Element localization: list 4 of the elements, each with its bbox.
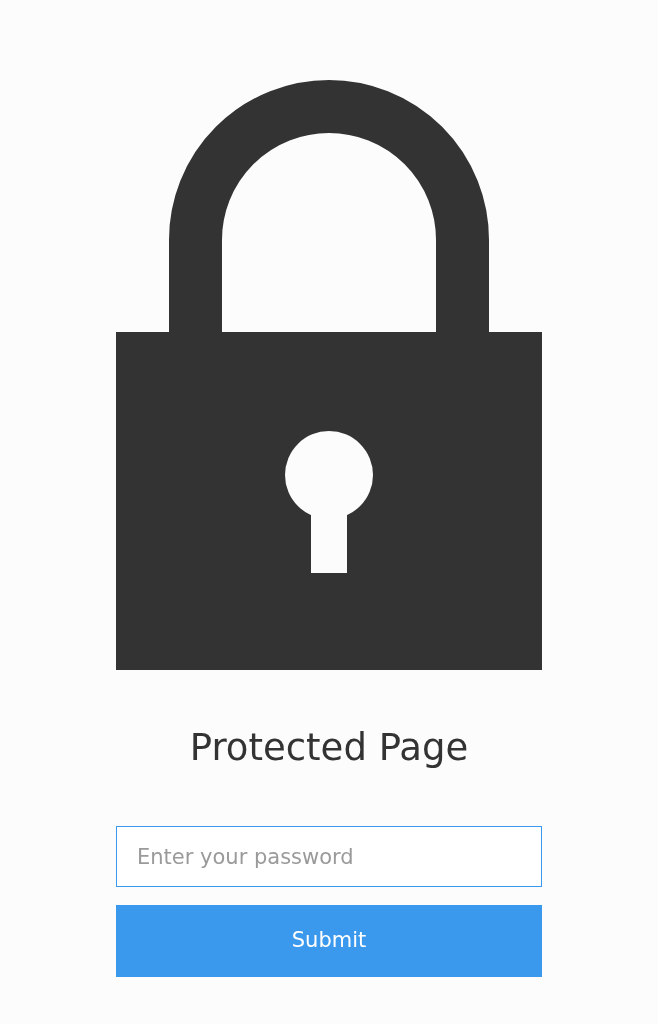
password-field[interactable]: Enter your password — [116, 826, 542, 887]
padlock-icon — [116, 80, 542, 670]
page-title: Protected Page — [188, 725, 470, 771]
submit-button[interactable]: Submit — [116, 905, 542, 977]
